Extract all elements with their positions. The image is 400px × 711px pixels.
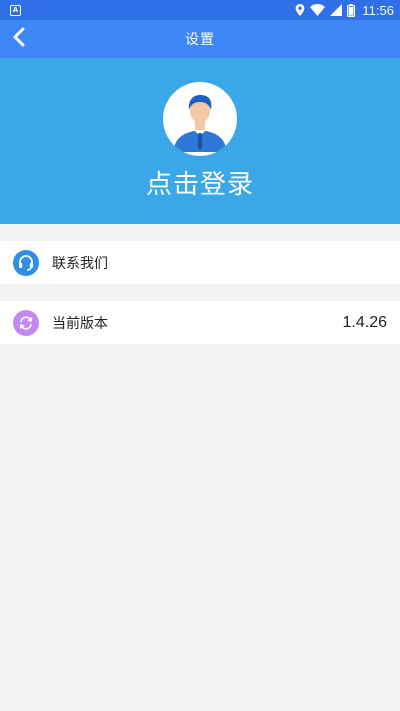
status-time: 11:56 [362, 2, 394, 18]
user-avatar-icon [169, 90, 231, 156]
version-label: 当前版本 [52, 315, 108, 332]
version-value: 1.4.26 [342, 313, 387, 331]
headset-icon [13, 249, 39, 276]
battery-icon [347, 3, 356, 17]
contact-us-label: 联系我们 [52, 255, 108, 272]
location-icon [295, 4, 305, 16]
avatar[interactable] [163, 82, 237, 156]
version-item[interactable]: 当前版本 1.4.26 [0, 301, 400, 344]
contact-us-item[interactable]: 联系我们 [0, 241, 400, 284]
page-title: 设置 [185, 32, 215, 48]
signal-icon [330, 4, 343, 16]
notification-icon: A [10, 4, 21, 16]
login-button[interactable]: 点击登录 [146, 164, 254, 201]
back-button[interactable] [4, 20, 34, 58]
refresh-icon [13, 309, 39, 336]
status-bar: A 11:56 [0, 0, 400, 20]
wifi-icon [310, 4, 326, 16]
chevron-left-icon [12, 27, 26, 51]
nav-bar: 设置 [0, 20, 400, 58]
login-header: 点击登录 [0, 58, 400, 224]
